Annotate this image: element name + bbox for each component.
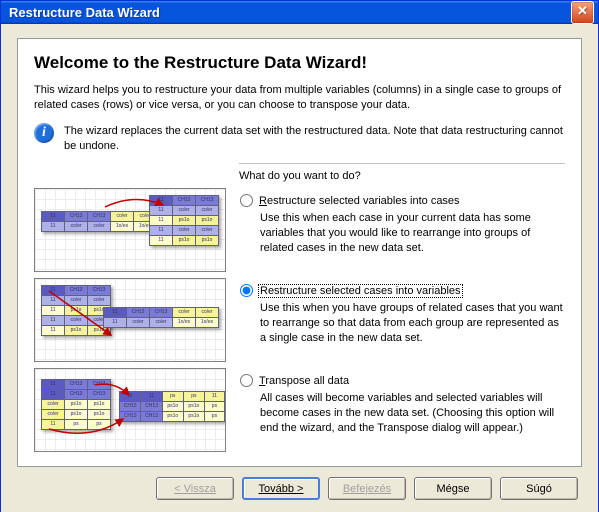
diagram-transpose: 11CH13CH13 11CH13CH13 co/erps1ops1o co/e… (34, 368, 226, 452)
dialog-body: Welcome to the Restructure Data Wizard! … (1, 24, 598, 512)
radio-vars-to-cases[interactable]: Restructure selected variables into case… (240, 194, 565, 207)
radio-input-1[interactable] (240, 194, 253, 207)
intro-text: This wizard helps you to restructure you… (34, 83, 565, 113)
diagram-cases-to-vars: 11CH13CH13 11co/erco/er 11ps1ops1o 11co/… (34, 278, 226, 362)
finish-button: Befejezés (328, 477, 406, 500)
question-label: What do you want to do? (239, 170, 565, 182)
content-panel: Welcome to the Restructure Data Wizard! … (17, 38, 582, 467)
radio-input-3[interactable] (240, 374, 253, 387)
window: Restructure Data Wizard ✕ Welcome to the… (0, 0, 599, 512)
desc-1: Use this when each case in your current … (260, 211, 565, 256)
radio-cases-to-vars[interactable]: Restructure selected cases into variable… (240, 284, 565, 297)
help-button[interactable]: Súgó (500, 477, 578, 500)
radio-label-3: Transpose all data (259, 375, 349, 387)
window-title: Restructure Data Wizard (9, 5, 160, 20)
options-group: 11CH13CH13co/erco/er 11co/erco/er1o/es1o… (34, 188, 565, 452)
separator (239, 163, 565, 164)
button-bar: < Vissza Tovább > Befejezés Mégse Súgó (17, 467, 582, 502)
titlebar: Restructure Data Wizard ✕ (1, 1, 598, 24)
radio-input-2[interactable] (240, 284, 253, 297)
next-button[interactable]: Tovább > (242, 477, 320, 500)
radio-label-2: Restructure selected cases into variable… (259, 285, 462, 297)
desc-3: All cases will become variables and sele… (260, 391, 565, 436)
radio-transpose[interactable]: Transpose all data (240, 374, 565, 387)
notice-row: i The wizard replaces the current data s… (34, 123, 565, 154)
close-button[interactable]: ✕ (571, 1, 594, 24)
cancel-button[interactable]: Mégse (414, 477, 492, 500)
option-vars-to-cases: 11CH13CH13co/erco/er 11co/erco/er1o/es1o… (34, 188, 565, 272)
diagram-vars-to-cases: 11CH13CH13co/erco/er 11co/erco/er1o/es1o… (34, 188, 226, 272)
option-cases-to-vars: 11CH13CH13 11co/erco/er 11ps1ops1o 11co/… (34, 278, 565, 362)
notice-text: The wizard replaces the current data set… (64, 123, 565, 154)
page-title: Welcome to the Restructure Data Wizard! (34, 53, 565, 73)
radio-label-1: Restructure selected variables into case… (259, 195, 460, 207)
desc-2: Use this when you have groups of related… (260, 301, 565, 346)
back-button: < Vissza (156, 477, 234, 500)
info-icon: i (34, 123, 54, 143)
option-transpose: 11CH13CH13 11CH13CH13 co/erps1ops1o co/e… (34, 368, 565, 452)
